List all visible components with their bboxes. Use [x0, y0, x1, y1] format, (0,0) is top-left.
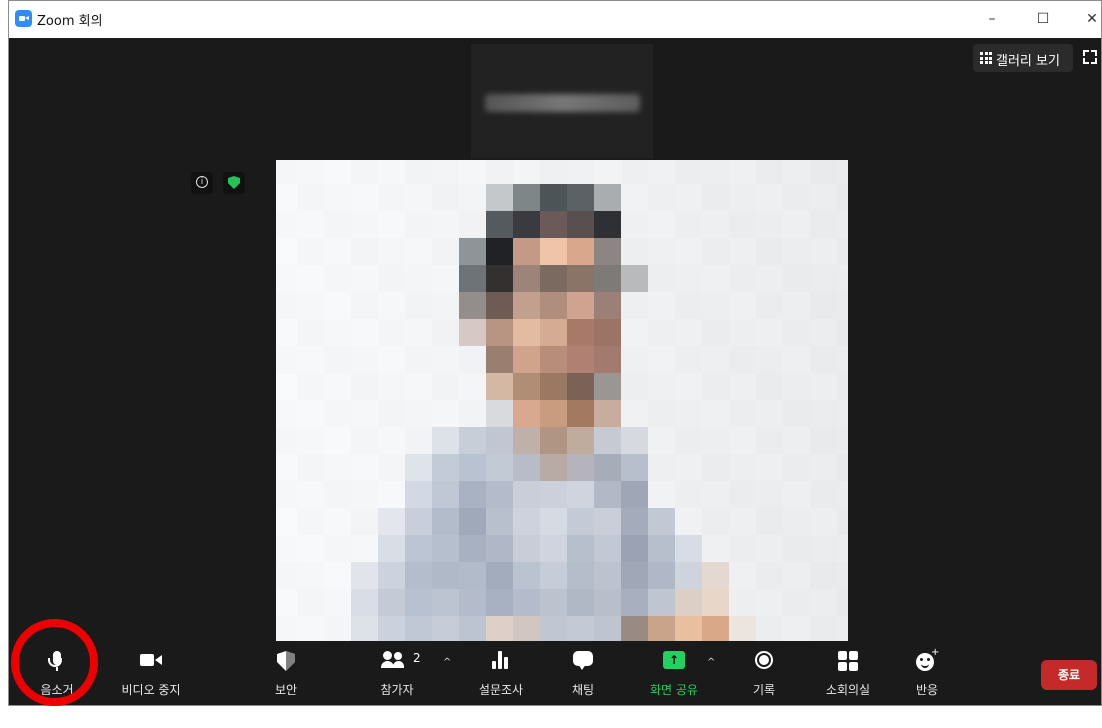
- minimize-button[interactable]: –: [977, 7, 1007, 31]
- record-label: 기록: [752, 683, 776, 697]
- window-title: Zoom 회의: [37, 14, 103, 29]
- title-bar: Zoom 회의 – ☐ ✕: [9, 1, 1101, 39]
- mute-button[interactable]: 음소거: [27, 651, 87, 703]
- chat-bubble-icon: [573, 651, 593, 670]
- stop-video-button[interactable]: 비디오 중지: [113, 651, 189, 703]
- reaction-emoji-icon: +: [916, 647, 939, 671]
- security-button[interactable]: 보안: [259, 651, 313, 703]
- gallery-view-button[interactable]: 갤러리 보기: [973, 44, 1073, 72]
- mute-label: 음소거: [40, 683, 74, 697]
- participants-count: 2: [413, 651, 421, 665]
- record-button[interactable]: 기록: [737, 651, 791, 703]
- participant-video-pixelated: [276, 160, 848, 642]
- microphone-icon: [48, 651, 65, 671]
- participants-label: 참가자: [380, 683, 414, 697]
- record-icon: [755, 651, 773, 669]
- polls-bar-chart-icon: [492, 651, 510, 669]
- meeting-toolbar: 음소거 비디오 중지 보안 2 참가자 ^ 설문조사 채팅 ↑ 화면 공유 ^ …: [9, 641, 1101, 705]
- polls-label: 설문조사: [478, 683, 524, 697]
- reactions-button[interactable]: + 반응: [901, 647, 953, 703]
- reactions-label: 반응: [915, 683, 939, 697]
- participants-icon: 2: [381, 651, 423, 671]
- stop-video-label: 비디오 중지: [121, 683, 181, 697]
- breakout-rooms-button[interactable]: 소회의실: [813, 651, 883, 703]
- share-screen-button[interactable]: ↑ 화면 공유: [639, 651, 709, 703]
- video-camera-icon: [140, 651, 162, 669]
- participants-caret[interactable]: ^: [443, 657, 451, 668]
- shield-check-icon[interactable]: [223, 172, 245, 194]
- polls-button[interactable]: 설문조사: [469, 651, 533, 703]
- maximize-button[interactable]: ☐: [1028, 7, 1058, 31]
- breakout-rooms-label: 소회의실: [825, 683, 871, 697]
- grid-icon: [980, 52, 992, 64]
- speaker-name-blurred: [485, 94, 640, 112]
- chat-label: 채팅: [571, 683, 595, 697]
- end-meeting-button[interactable]: 종료: [1041, 660, 1097, 690]
- zoom-app-icon: [15, 10, 32, 27]
- share-screen-label: 화면 공유: [650, 683, 698, 697]
- gallery-view-label: 갤러리 보기: [996, 54, 1060, 69]
- share-screen-arrow-icon: ↑: [663, 651, 685, 669]
- security-label: 보안: [274, 683, 298, 697]
- shield-icon: [277, 651, 295, 671]
- meeting-stage: 갤러리 보기 음소거 비디오 중지 보: [9, 38, 1101, 705]
- info-icon[interactable]: [191, 172, 213, 194]
- fullscreen-icon[interactable]: [1083, 50, 1097, 64]
- breakout-rooms-icon: [838, 651, 858, 671]
- close-button[interactable]: ✕: [1077, 7, 1102, 31]
- participants-button[interactable]: 2 참가자: [361, 651, 433, 703]
- chat-button[interactable]: 채팅: [555, 651, 611, 703]
- zoom-meeting-window: Zoom 회의 – ☐ ✕ 갤러리 보기 음소거: [8, 0, 1102, 706]
- share-caret[interactable]: ^: [707, 657, 715, 668]
- active-speaker-tile[interactable]: [471, 44, 653, 158]
